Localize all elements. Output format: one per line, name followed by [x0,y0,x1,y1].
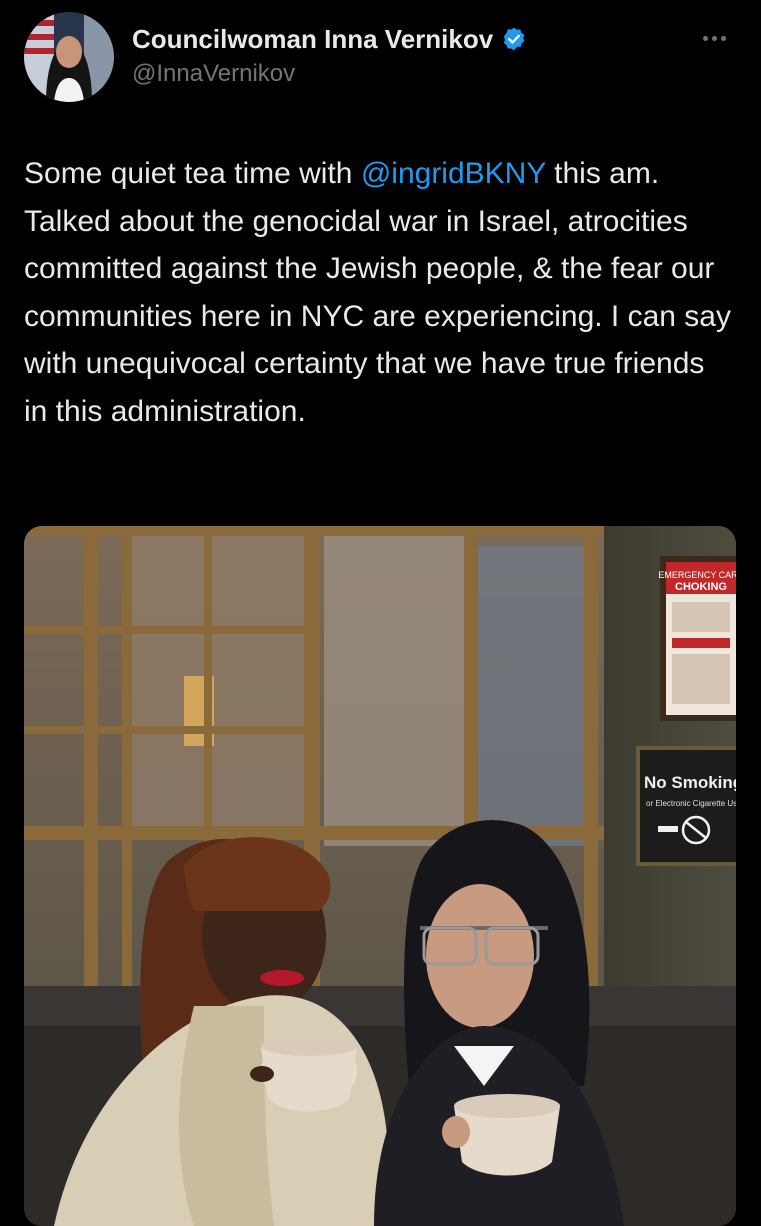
author-name-row: Councilwoman Inna Vernikov [132,22,527,56]
emergency-sign-line2: CHOKING [675,581,727,593]
mention-link[interactable]: @ingridBKNY [361,157,546,190]
tweet-text-end: this am. Talked about the genocidal war … [24,157,731,428]
more-options-icon[interactable] [692,24,736,52]
dot [702,35,708,41]
author-avatar[interactable] [24,12,114,102]
tweet-header: Councilwoman Inna Vernikov @InnaVernikov [0,0,761,110]
tweet-text: Some quiet tea time with @ingridBKNY thi… [24,150,736,435]
tweet-text-start: Some quiet tea time with [24,157,361,190]
dot [720,35,726,41]
author-display-name[interactable]: Councilwoman Inna Vernikov [132,24,493,55]
dot [711,35,717,41]
emergency-sign-line1: EMERGENCY CARE [658,570,736,580]
no-smoking-sign-line2: or Electronic Cigarette Use [646,799,736,808]
tweet-photo[interactable]: EMERGENCY CARE CHOKING No Smoking or Ele… [24,526,736,1226]
author-handle[interactable]: @InnaVernikov [132,60,295,88]
no-smoking-sign-line1: No Smoking [644,773,736,792]
verified-badge-icon [501,26,527,52]
